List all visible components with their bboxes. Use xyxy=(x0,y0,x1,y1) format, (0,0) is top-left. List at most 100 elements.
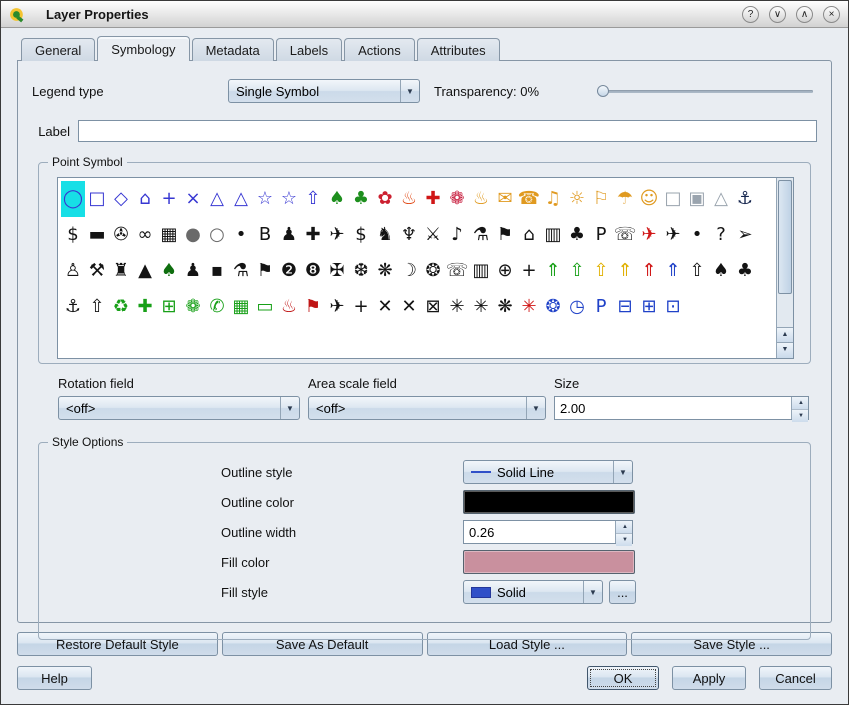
symbol-list-scrollbar[interactable]: ▲ ▼ xyxy=(776,178,793,358)
symbol-skiing[interactable]: ♙ xyxy=(61,253,85,289)
symbol-asterisk2[interactable]: ✳ xyxy=(469,289,493,325)
symbol-picnic[interactable]: ♜ xyxy=(109,253,133,289)
tab-actions[interactable]: Actions xyxy=(344,38,415,61)
symbol-walker[interactable]: ♟ xyxy=(181,253,205,289)
symbol-square[interactable]: □ xyxy=(85,181,109,217)
symbol-arrow-up-green[interactable]: ⇑ xyxy=(541,253,565,289)
symbol-restaurant[interactable]: ⚔ xyxy=(421,217,445,253)
titlebar-help-button[interactable]: ? xyxy=(742,6,759,23)
symbol-first-aid[interactable]: ✚ xyxy=(421,181,445,217)
symbol-mail[interactable]: ✉ xyxy=(493,181,517,217)
tab-symbology[interactable]: Symbology xyxy=(97,36,189,61)
symbol-car[interactable]: ∞ xyxy=(133,217,157,253)
symbol-camera[interactable]: ✇ xyxy=(109,217,133,253)
symbol-deer[interactable]: ♞ xyxy=(373,217,397,253)
symbol-green-phone[interactable]: ✆ xyxy=(205,289,229,325)
symbol-plus2[interactable]: + xyxy=(349,289,373,325)
symbol-blue-badge[interactable]: ❂ xyxy=(541,289,565,325)
symbol-currency[interactable]: $ xyxy=(349,217,373,253)
outline-width-input[interactable] xyxy=(464,521,615,543)
fill-style-more-button[interactable]: ... xyxy=(609,580,636,604)
symbol-red-train[interactable]: ♨ xyxy=(277,289,301,325)
symbol-blue-clock[interactable]: ◷ xyxy=(565,289,589,325)
symbol-note[interactable]: ♪ xyxy=(445,217,469,253)
scroll-up-icon[interactable]: ▲ xyxy=(777,327,793,343)
symbol-fire[interactable]: ♨ xyxy=(397,181,421,217)
spin-up-icon[interactable]: ▲ xyxy=(792,397,808,409)
outline-style-select[interactable]: Solid Line ▼ xyxy=(463,460,633,484)
symbol-telephone[interactable]: ☎ xyxy=(517,181,541,217)
symbol-circled-8[interactable]: ❽ xyxy=(301,253,325,289)
symbol-tent[interactable]: ▲ xyxy=(133,253,157,289)
symbol-cross-x[interactable]: × xyxy=(181,181,205,217)
symbol-building[interactable]: ▦ xyxy=(157,217,181,253)
label-input[interactable] xyxy=(78,120,817,142)
rotation-field-select[interactable]: <off> ▼ xyxy=(58,396,300,420)
symbol-asterisk3[interactable]: ❋ xyxy=(493,289,517,325)
symbol-compass[interactable]: ⊕ xyxy=(493,253,517,289)
symbol-tree[interactable]: ♣ xyxy=(565,217,589,253)
symbol-asterisk-red[interactable]: ✳ xyxy=(517,289,541,325)
symbol-crossed-box[interactable]: ⊠ xyxy=(421,289,445,325)
symbol-cross[interactable]: + xyxy=(157,181,181,217)
symbol-triangle[interactable]: △ xyxy=(205,181,229,217)
symbol-arrow-up-yellow2[interactable]: ⇑ xyxy=(613,253,637,289)
symbol-fish[interactable]: ♆ xyxy=(397,217,421,253)
symbol-anchor2[interactable]: ⚓ xyxy=(61,289,85,325)
symbol-green-plus-box[interactable]: ⊞ xyxy=(157,289,181,325)
symbol-golf[interactable]: ⚑ xyxy=(493,217,517,253)
symbol-temple2[interactable]: ▥ xyxy=(469,253,493,289)
symbol-asterisk[interactable]: ✳ xyxy=(445,289,469,325)
symbol-small-dot[interactable]: • xyxy=(685,217,709,253)
symbol-arrow-up-blue[interactable]: ⇑ xyxy=(661,253,685,289)
symbol-green-bus[interactable]: ▭ xyxy=(253,289,277,325)
symbol-bus[interactable]: ⊟ xyxy=(613,289,637,325)
symbol-dollar[interactable]: $ xyxy=(61,217,85,253)
symbol-parking[interactable]: P xyxy=(589,217,613,253)
symbol-plane-red[interactable]: ✈ xyxy=(637,217,661,253)
symbol-recycle[interactable]: ♻ xyxy=(109,289,133,325)
size-input[interactable] xyxy=(555,397,791,419)
symbol-hospital[interactable]: ✚ xyxy=(301,217,325,253)
symbol-circled-2[interactable]: ❷ xyxy=(277,253,301,289)
outline-width-spinbox[interactable]: ▲ ▼ xyxy=(463,520,633,544)
symbol-bar[interactable]: ♨ xyxy=(469,181,493,217)
symbol-dot[interactable]: • xyxy=(229,217,253,253)
symbol-arrow-shield[interactable]: ⇧ xyxy=(685,253,709,289)
symbol-plane[interactable]: ✈ xyxy=(661,217,685,253)
symbol-snowflake[interactable]: ❆ xyxy=(349,253,373,289)
symbol-people[interactable]: ♟ xyxy=(277,217,301,253)
symbol-small-square[interactable]: ▪ xyxy=(205,253,229,289)
tab-general[interactable]: General xyxy=(21,38,95,61)
symbol-phone3[interactable]: ☏ xyxy=(445,253,469,289)
symbol-airport[interactable]: ✈ xyxy=(325,217,349,253)
symbol-cross-circle[interactable]: ✠ xyxy=(325,253,349,289)
symbol-crossed-tools[interactable]: ⚒ xyxy=(85,253,109,289)
symbol-green-building[interactable]: ▦ xyxy=(229,289,253,325)
symbol-x-mark2[interactable]: ✕ xyxy=(397,289,421,325)
symbol-flag2[interactable]: ⚑ xyxy=(253,253,277,289)
ok-button[interactable]: OK xyxy=(587,666,659,690)
symbol-umbrella[interactable]: ☂ xyxy=(613,181,637,217)
symbol-pine[interactable]: ♠ xyxy=(157,253,181,289)
symbol-deciduous-tree[interactable]: ♣ xyxy=(349,181,373,217)
titlebar-close-button[interactable]: × xyxy=(823,6,840,23)
symbol-arrow-up-red[interactable]: ⇑ xyxy=(637,253,661,289)
slider-groove[interactable] xyxy=(597,90,813,93)
titlebar-restore-button[interactable]: ∧ xyxy=(796,6,813,23)
symbol-glass[interactable]: ⚗ xyxy=(229,253,253,289)
symbol-music[interactable]: ♫ xyxy=(541,181,565,217)
symbol-star[interactable]: ☆ xyxy=(253,181,277,217)
symbol-gray-triangle[interactable]: △ xyxy=(709,181,733,217)
symbol-red-flower[interactable]: ❁ xyxy=(445,181,469,217)
transparency-slider[interactable] xyxy=(597,82,813,100)
symbol-diamond[interactable]: ◇ xyxy=(109,181,133,217)
symbol-green-cross[interactable]: ✚ xyxy=(133,289,157,325)
symbol-flag[interactable]: ⚐ xyxy=(589,181,613,217)
area-scale-field-select[interactable]: <off> ▼ xyxy=(308,396,546,420)
symbol-train[interactable]: ⊞ xyxy=(637,289,661,325)
symbol-arrow-up-yellow[interactable]: ⇧ xyxy=(589,253,613,289)
fill-style-select[interactable]: Solid ▼ xyxy=(463,580,603,604)
scroll-down-icon[interactable]: ▼ xyxy=(777,342,793,358)
symbol-red-hydrant[interactable]: ⚑ xyxy=(301,289,325,325)
